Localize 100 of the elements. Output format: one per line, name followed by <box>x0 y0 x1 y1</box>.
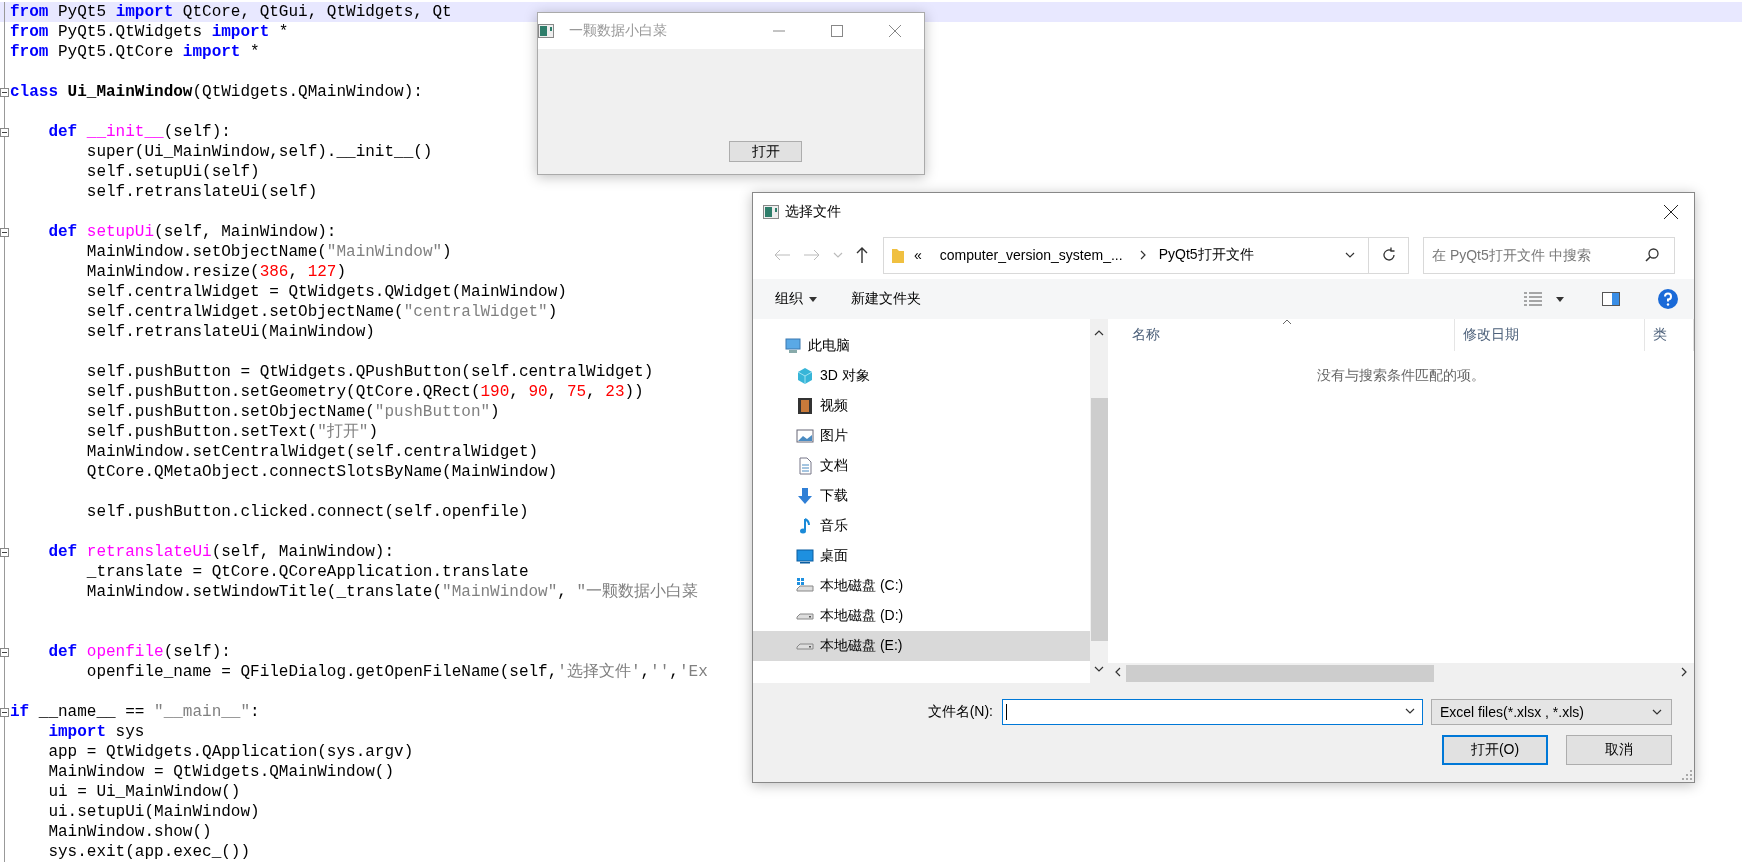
toolbar-button[interactable]: 组织 <box>775 286 817 312</box>
column-header[interactable]: 类 <box>1653 326 1667 344</box>
fold-icon[interactable] <box>0 647 9 657</box>
film-icon <box>796 397 814 415</box>
code-line: self.pushButton.clicked.connect(self.openfile) <box>85 502 529 522</box>
nav-item[interactable]: 桌面 <box>753 541 1091 571</box>
code-line: self.centralWidget = QtWidgets.QWidget(MainWindow) <box>85 282 567 302</box>
nav-label: 此电脑 <box>808 337 850 355</box>
caret-icon[interactable] <box>1556 296 1564 302</box>
code-line: self.pushButton.setObjectName("pushButton") <box>85 402 500 422</box>
nav-label: 视频 <box>820 397 848 415</box>
nav-item[interactable]: 音乐 <box>753 511 1091 541</box>
code-line: ui.setupUi(MainWindow) <box>47 802 260 822</box>
cube-icon <box>796 367 814 385</box>
up-arrow-icon[interactable] <box>856 247 868 263</box>
code-line: MainWindow.setObjectName("MainWindow") <box>85 242 452 262</box>
column-header[interactable]: 名称 <box>1132 326 1160 344</box>
nav-item[interactable]: 下载 <box>753 481 1091 511</box>
code-line: MainWindow.show() <box>47 822 212 842</box>
resize-grip-icon[interactable] <box>1682 770 1692 780</box>
nav-item[interactable]: 本地磁盘 (D:) <box>753 601 1091 631</box>
code-line: self.pushButton.setText("打开") <box>85 422 379 442</box>
filetype-dropdown[interactable]: Excel files(*.xlsx , *.xls) <box>1431 699 1672 725</box>
caret-icon <box>809 296 817 302</box>
window-title: 一颗数据小白菜 <box>569 22 668 40</box>
overflow-chevron[interactable]: « <box>914 247 922 263</box>
nav-label: 文档 <box>820 457 848 475</box>
nav-label: 3D 对象 <box>820 367 870 385</box>
drive-icon <box>796 642 814 650</box>
code-line: from PyQt5.QtCore import * <box>10 42 260 62</box>
code-line: from PyQt5.QtWidgets import * <box>10 22 289 42</box>
nav-label: 本地磁盘 (D:) <box>820 607 904 625</box>
nav-item[interactable]: 本地磁盘 (C:) <box>753 571 1091 601</box>
view-list-icon[interactable] <box>1524 292 1542 306</box>
dialog-button[interactable]: 取消 <box>1566 735 1672 765</box>
scrollbar-thumb[interactable] <box>1126 664 1434 682</box>
scrollbar[interactable] <box>1108 663 1694 683</box>
nav-item[interactable]: 本地磁盘 (E:) <box>753 631 1091 661</box>
code-line: sys.exit(app.exec_()) <box>47 842 251 862</box>
code-line: def setupUi(self, MainWindow): <box>47 222 337 242</box>
search-field[interactable]: 在 PyQt5打开文件 中搜索 <box>1423 236 1675 274</box>
fold-icon[interactable] <box>0 547 9 557</box>
code-line: import sys <box>47 722 145 742</box>
refresh-button[interactable] <box>1369 236 1409 274</box>
folder-icon <box>892 247 904 263</box>
code-line: def retranslateUi(self, MainWindow): <box>47 542 395 562</box>
code-line: self.centralWidget.setObjectName("centralWidget") <box>85 302 558 322</box>
down-arrow-icon <box>796 487 814 505</box>
close-icon[interactable] <box>1664 205 1678 219</box>
empty-message: 没有与搜索条件匹配的项。 <box>1317 367 1485 383</box>
sort-caret-icon <box>1282 319 1292 325</box>
nav-item[interactable]: 文档 <box>753 451 1091 481</box>
nav-item[interactable]: 图片 <box>753 421 1091 451</box>
nav-item[interactable]: 此电脑 <box>753 331 1091 361</box>
nav-item[interactable]: 3D 对象 <box>753 361 1091 391</box>
dialog-button[interactable]: 打开(O) <box>1442 735 1548 765</box>
document-icon <box>796 457 814 475</box>
help-icon[interactable] <box>1658 289 1678 309</box>
code-line: if __name__ == "__main__": <box>10 702 260 722</box>
fold-icon[interactable] <box>0 127 9 137</box>
code-line: class Ui_MainWindow(QtWidgets.QMainWindow): <box>10 82 423 102</box>
desktop-icon <box>796 547 814 565</box>
nav-label: 本地磁盘 (E:) <box>820 637 903 655</box>
code-line: app = QtWidgets.QApplication(sys.argv) <box>47 742 414 762</box>
filename-field[interactable] <box>1002 699 1423 725</box>
code-line: self.retranslateUi(MainWindow) <box>85 322 375 342</box>
code-line: self.retranslateUi(self) <box>85 182 318 202</box>
scrollbar[interactable] <box>1090 319 1108 683</box>
nav-label: 图片 <box>820 427 848 445</box>
drive-icon <box>796 612 814 620</box>
nav-label: 音乐 <box>820 517 848 535</box>
maximize-icon[interactable] <box>831 25 843 37</box>
code-line: self.pushButton = QtWidgets.QPushButton(self.centralWidget) <box>85 362 654 382</box>
nav-label: 本地磁盘 (C:) <box>820 577 904 595</box>
code-line: MainWindow.setCentralWidget(self.centralWidget) <box>85 442 539 462</box>
toolbar-button[interactable]: 新建文件夹 <box>851 286 921 312</box>
nav-item[interactable]: 视频 <box>753 391 1091 421</box>
filename-label: 文件名(N): <box>927 703 993 721</box>
breadcrumb[interactable]: PyQt5打开文件 <box>1158 246 1254 264</box>
fold-icon[interactable] <box>0 707 9 717</box>
drive-icon <box>796 577 814 595</box>
fold-icon[interactable] <box>0 87 9 97</box>
address-bar[interactable]: « computer_version_system_... PyQt5打开文件 <box>883 236 1369 274</box>
code-line: _translate = QtCore.QCoreApplication.translate <box>85 562 529 582</box>
app-icon <box>763 205 779 219</box>
code-line: QtCore.QMetaObject.connectSlotsByName(MainWindow) <box>85 462 558 482</box>
breadcrumb[interactable]: computer_version_system_... <box>939 247 1123 263</box>
code-line: MainWindow.setWindowTitle(_translate("MainWindow", "一颗数据小白菜 <box>85 582 699 602</box>
open-button[interactable]: 打开 <box>729 141 802 162</box>
code-line: self.setupUi(self) <box>85 162 260 182</box>
preview-pane-icon[interactable] <box>1602 292 1620 306</box>
code-line: openfile_name = QFileDialog.getOpenFileName(self,'选择文件','','Ex <box>85 662 708 682</box>
code-line: MainWindow = QtWidgets.QMainWindow() <box>47 762 395 782</box>
fold-icon[interactable] <box>0 227 9 237</box>
code-line: from PyQt5 import QtCore, QtGui, QtWidgets, Qt <box>10 2 452 22</box>
scrollbar-thumb[interactable] <box>1090 398 1108 641</box>
code-line: MainWindow.resize(386, 127) <box>85 262 347 282</box>
column-header[interactable]: 修改日期 <box>1463 326 1519 344</box>
nav-label: 下载 <box>820 487 848 505</box>
refresh-icon <box>1380 247 1397 263</box>
